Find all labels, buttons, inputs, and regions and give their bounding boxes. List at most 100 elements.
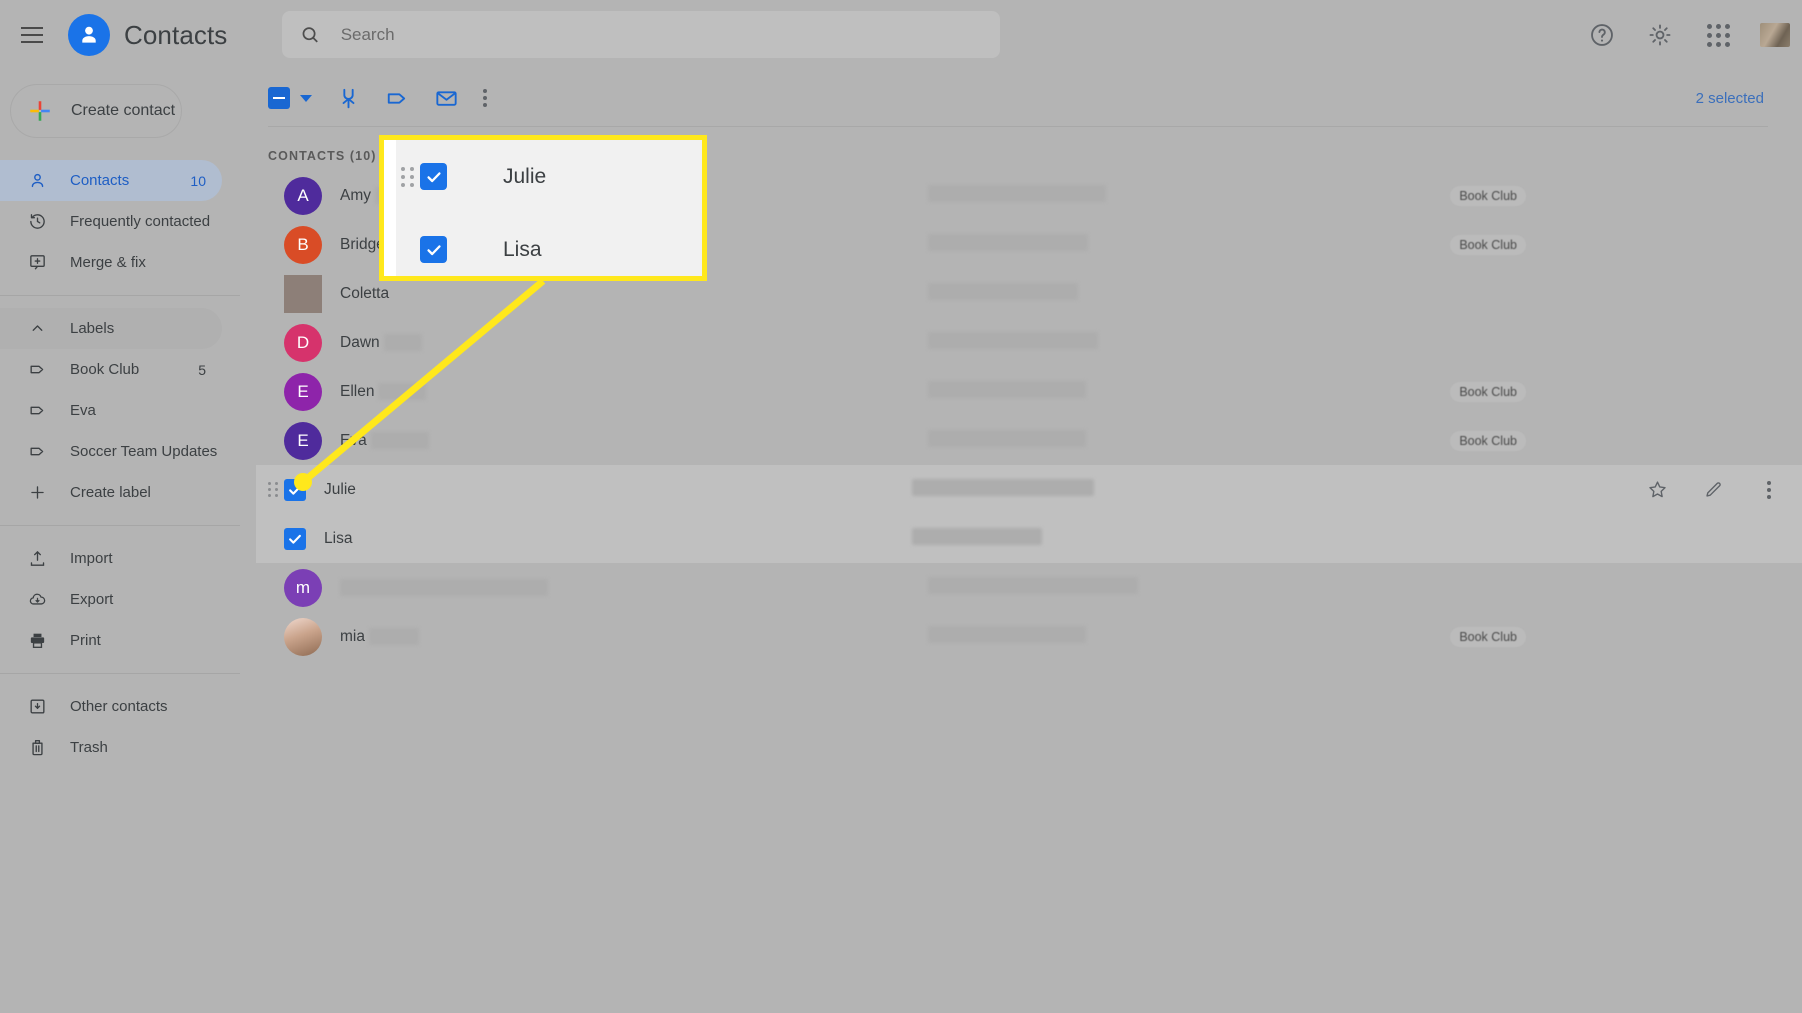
checkbox-checked-icon[interactable] xyxy=(284,478,306,501)
other-contacts-icon xyxy=(27,696,48,717)
avatar xyxy=(284,274,322,313)
contact-phone-cell xyxy=(912,478,1192,501)
sidebar-item-import[interactable]: Import xyxy=(0,538,222,579)
create-contact-label: Create contact xyxy=(71,102,176,119)
more-vertical-icon[interactable] xyxy=(1758,479,1780,501)
status-badge: Book Club xyxy=(1450,430,1526,451)
printer-icon xyxy=(27,630,48,651)
table-row[interactable]: m xyxy=(256,563,1802,612)
sidebar-item-label: Merge & fix xyxy=(70,254,146,271)
selected-count-label: 2 selected xyxy=(1695,89,1764,107)
sidebar-item-frequently-contacted[interactable]: Frequently contacted xyxy=(0,201,222,242)
contact-name-cell: Coletta xyxy=(322,285,658,303)
tag-icon xyxy=(387,92,406,104)
status-badge: Book Club xyxy=(1450,381,1526,402)
row-actions xyxy=(1646,479,1780,501)
redacted-detail xyxy=(928,282,1078,300)
search-input[interactable] xyxy=(340,24,982,45)
sidebar-labels-header[interactable]: Labels xyxy=(0,308,222,349)
contact-phone-cell xyxy=(928,184,1208,207)
avatar[interactable] xyxy=(1760,23,1790,47)
contact-name: Dawn xyxy=(340,333,380,351)
checkbox-checked-icon[interactable] xyxy=(420,236,447,263)
sidebar: Create contact Contacts 10 Frequently co… xyxy=(0,70,256,1013)
sidebar-item-label: Eva xyxy=(70,402,96,419)
checkbox-checked-icon[interactable] xyxy=(420,163,447,190)
envelope-icon xyxy=(436,90,457,106)
sidebar-item-book-club[interactable]: Book Club 5 xyxy=(0,349,222,390)
sidebar-item-create-label[interactable]: Create label xyxy=(0,472,222,513)
hamburger-icon[interactable] xyxy=(10,13,54,57)
apps-grid-icon[interactable] xyxy=(1702,19,1734,51)
pencil-edit-icon[interactable] xyxy=(1702,479,1724,501)
contact-phone-cell xyxy=(928,576,1208,599)
plus-multicolor-icon xyxy=(30,101,50,121)
avatar: E xyxy=(284,421,322,460)
sidebar-item-contacts[interactable]: Contacts 10 xyxy=(0,160,222,201)
table-row[interactable]: D Dawn xyxy=(256,318,1802,367)
sidebar-item-label: Print xyxy=(70,632,101,649)
gear-icon[interactable] xyxy=(1644,19,1676,51)
search-bar[interactable] xyxy=(282,11,1000,58)
redacted-detail xyxy=(928,331,1098,349)
contact-phone-cell xyxy=(928,331,1208,354)
table-row[interactable]: mia Book Club xyxy=(256,612,1802,661)
merge-button[interactable] xyxy=(336,86,361,111)
redacted-detail xyxy=(928,233,1088,251)
sidebar-item-count: 5 xyxy=(198,361,206,378)
contacts-person-icon xyxy=(68,14,110,56)
more-actions-button[interactable] xyxy=(483,89,487,107)
tag-icon xyxy=(27,441,48,462)
table-row[interactable]: E Eva Book Club xyxy=(256,416,1802,465)
contact-name-cell xyxy=(322,579,658,596)
sidebar-item-label: Frequently contacted xyxy=(70,213,211,230)
status-badge: Book Club xyxy=(1450,626,1526,647)
create-contact-button[interactable]: Create contact xyxy=(10,84,182,138)
avatar: m xyxy=(284,568,322,607)
send-email-button[interactable] xyxy=(434,86,459,111)
contact-name-cell: Dawn xyxy=(322,334,658,352)
callout-row-lisa[interactable]: Lisa xyxy=(384,213,702,286)
top-bar: Contacts xyxy=(0,0,1802,70)
callout-row-julie[interactable]: Julie xyxy=(384,140,702,213)
merge-icon xyxy=(342,88,355,108)
sidebar-divider xyxy=(0,525,240,526)
sidebar-item-print[interactable]: Print xyxy=(0,620,222,661)
table-row[interactable]: Lisa xyxy=(256,514,1802,563)
sidebar-divider xyxy=(0,295,240,296)
brand[interactable]: Contacts xyxy=(68,14,227,56)
sidebar-item-label: Other contacts xyxy=(70,698,168,715)
contact-name: Amy xyxy=(340,186,371,204)
help-circle-icon[interactable] xyxy=(1586,19,1618,51)
sidebar-item-other-contacts[interactable]: Other contacts xyxy=(0,686,222,727)
sidebar-item-soccer-team-updates[interactable]: Soccer Team Updates xyxy=(0,431,222,472)
select-all-dropdown[interactable] xyxy=(268,87,312,109)
drag-handle-icon[interactable] xyxy=(401,166,414,187)
contact-name-cell: Eva xyxy=(322,432,658,450)
indeterminate-checkbox-icon[interactable] xyxy=(268,87,290,109)
search-icon xyxy=(302,26,318,43)
caret-down-icon[interactable] xyxy=(300,94,312,102)
trash-icon xyxy=(27,737,48,758)
drag-handle-icon[interactable] xyxy=(268,482,281,497)
sidebar-item-export[interactable]: Export xyxy=(0,579,222,620)
table-row[interactable]: Julie xyxy=(256,465,1802,514)
status-badge: Book Club xyxy=(1450,185,1526,206)
sidebar-item-count: 10 xyxy=(190,172,206,189)
manage-labels-button[interactable] xyxy=(385,86,410,111)
contact-phone-cell xyxy=(928,625,1208,648)
checkbox-checked-icon[interactable] xyxy=(284,527,306,550)
clock-history-icon xyxy=(27,211,48,232)
redacted-detail xyxy=(928,429,1086,447)
sidebar-item-trash[interactable]: Trash xyxy=(0,727,222,768)
contact-name: Julie xyxy=(324,480,356,498)
sidebar-item-eva[interactable]: Eva xyxy=(0,390,222,431)
top-bar-actions xyxy=(1586,0,1790,70)
redacted-detail xyxy=(928,625,1086,643)
sidebar-item-merge-and-fix[interactable]: Merge & fix xyxy=(0,242,222,283)
redacted-detail xyxy=(912,527,1042,545)
contact-name-cell: Lisa xyxy=(306,530,642,548)
star-outline-icon[interactable] xyxy=(1646,479,1668,501)
table-row[interactable]: E Ellen Book Club xyxy=(256,367,1802,416)
contact-name: Eva xyxy=(340,431,367,449)
